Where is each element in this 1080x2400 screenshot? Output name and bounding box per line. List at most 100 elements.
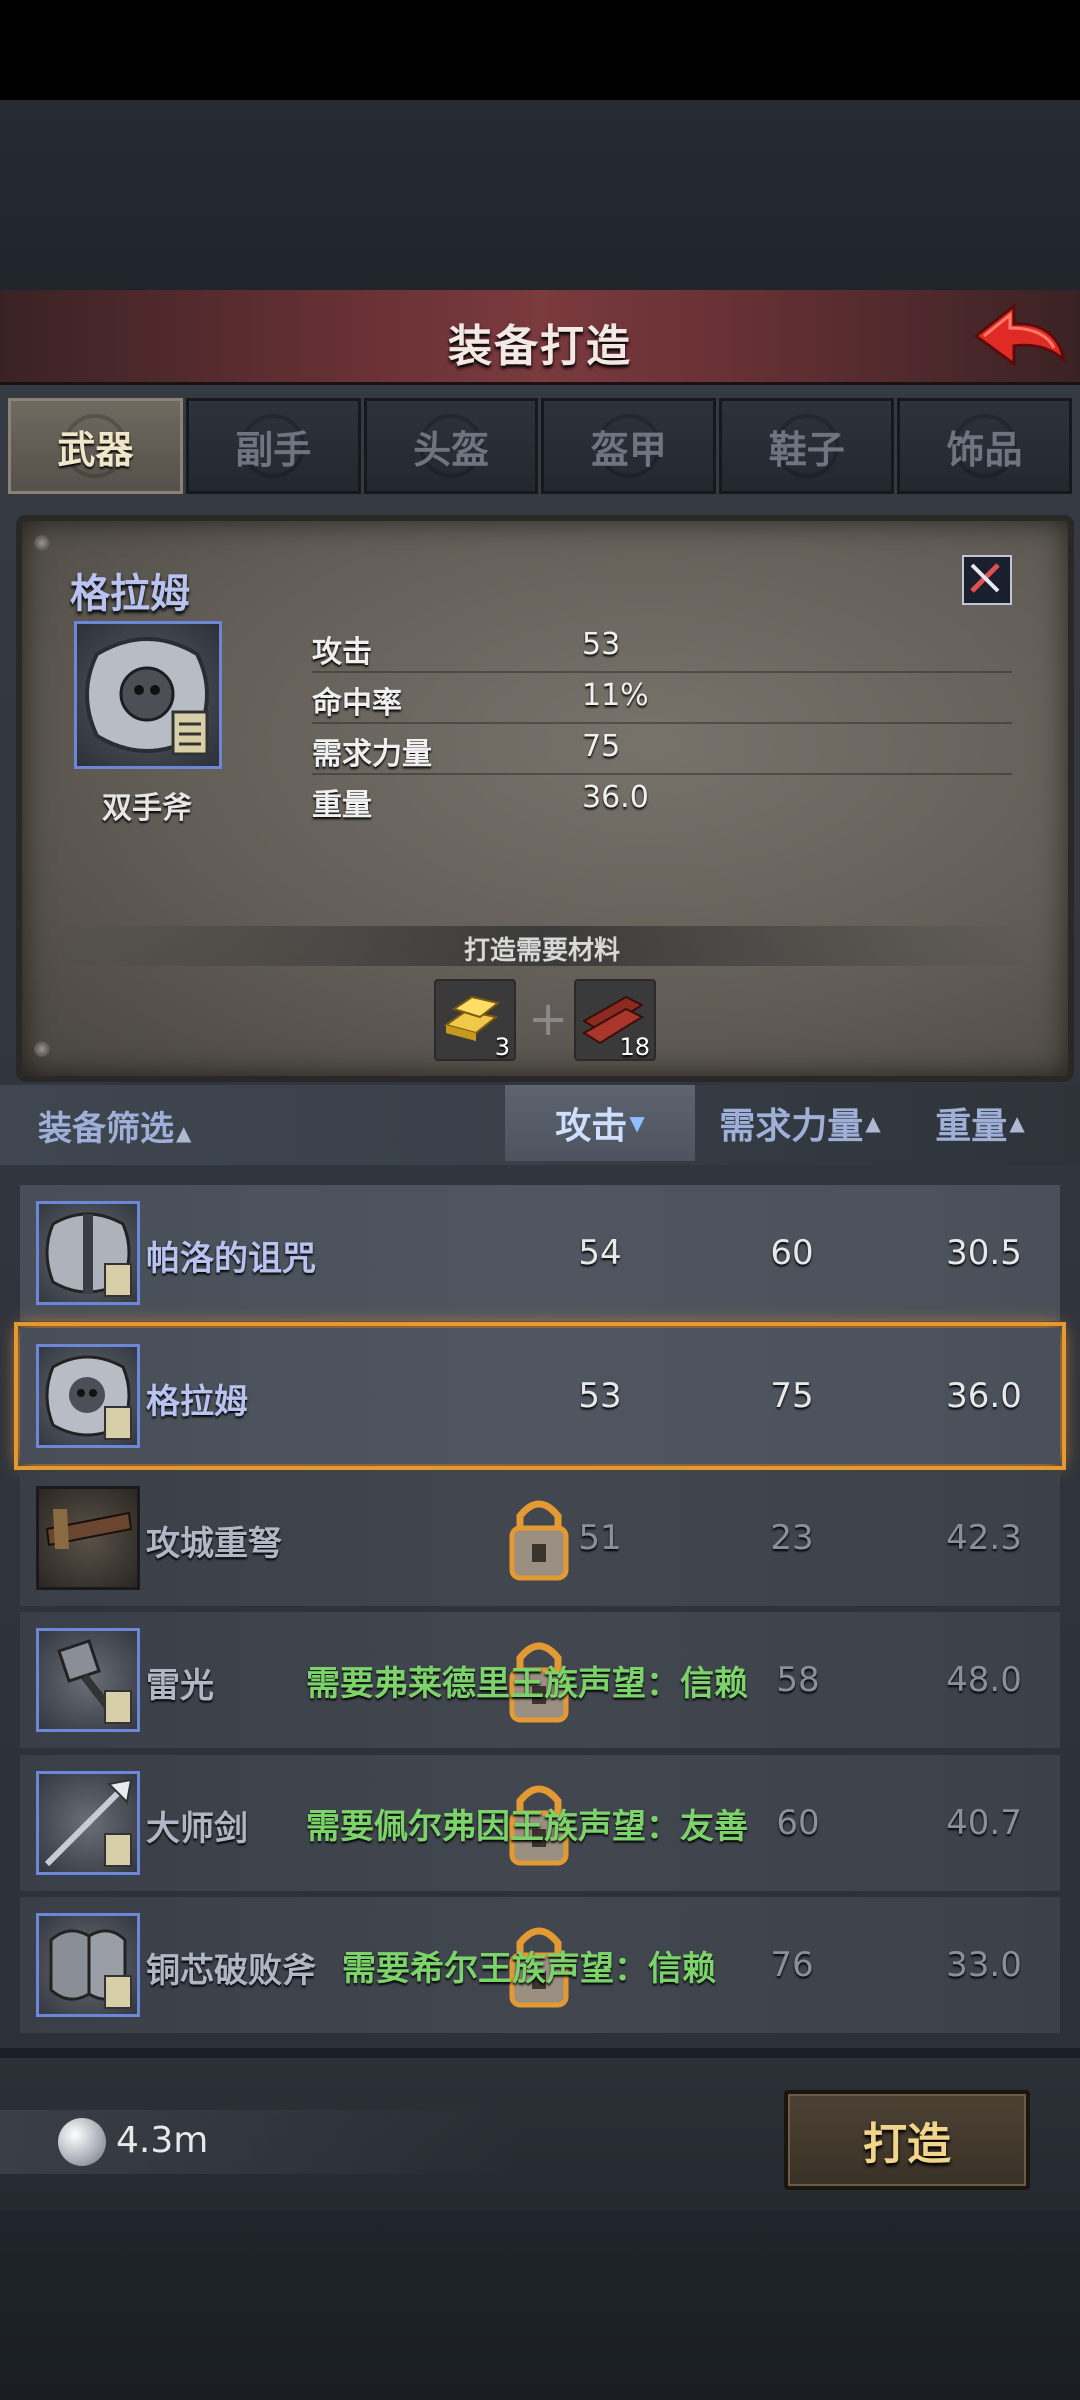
list-item-locked[interactable]: 雷光 58 48.0 需要弗莱德里王族声望：信赖 [20,1612,1060,1748]
sort-strength[interactable]: 需求力量 ▲ [705,1085,895,1161]
tab-label: 副手 [235,427,312,472]
currency-value: 4.3m [116,2120,209,2161]
weight-value: 33.0 [946,1945,1022,1985]
footer-bar: 4.3m 打造 [0,2060,1080,2210]
reputation-requirement: 需要弗莱德里王族声望：信赖 [306,1664,748,1704]
list-item-locked[interactable]: 大师剑 60 40.7 需要佩尔弗因王族声望：友善 [20,1755,1060,1891]
header-bar: 装备打造 [0,290,1080,385]
stat-label: 命中率 [312,686,402,721]
sort-up-icon: ▲ [1009,1111,1025,1135]
spear-icon [36,1771,140,1875]
attack-value: 54 [578,1233,622,1273]
tab-accessory[interactable]: 饰品 [897,398,1072,494]
stat-value: 36.0 [582,780,649,815]
list-item-locked[interactable]: 攻城重弩 51 23 42.3 [20,1470,1060,1606]
attack-value: 51 [578,1518,622,1558]
crossed-tools-icon[interactable] [962,555,1012,605]
tab-label: 饰品 [946,427,1023,472]
filter-button[interactable]: 装备筛选 ▲ [38,1101,191,1150]
sort-weight[interactable]: 重量 ▲ [910,1085,1050,1161]
list-divider [0,2048,1080,2058]
list-item-selected[interactable]: 格拉姆 53 75 36.0 [14,1322,1066,1470]
stat-value: 11% [582,678,649,713]
material-slot-gold[interactable]: 3 [434,979,516,1061]
rivet-icon [34,1041,50,1057]
attack-value: 58 [776,1660,820,1700]
crossbow-icon [36,1486,140,1590]
stat-row-accuracy: 命中率 11% [312,672,1012,724]
list-item-locked[interactable]: 铜芯破败斧 76 33.0 需要希尔王族声望：信赖 [20,1897,1060,2033]
strength-value: 23 [770,1518,814,1558]
material-slot-wood[interactable]: 18 [574,979,656,1061]
stat-label: 需求力量 [312,737,432,772]
strength-value: 75 [770,1376,814,1416]
item-name: 格拉姆 [70,571,190,617]
stat-row-attack: 攻击 53 [312,621,1012,673]
weight-value: 40.7 [946,1803,1022,1843]
reputation-requirement: 需要佩尔弗因王族声望：友善 [306,1807,748,1847]
stat-value: 53 [582,627,621,662]
filter-label: 装备筛选 [38,1109,174,1149]
tab-helmet[interactable]: 头盔 [363,398,539,494]
material-count: 3 [494,1033,510,1061]
tab-boots[interactable]: 鞋子 [719,398,895,494]
weight-value: 36.0 [946,1376,1022,1416]
page-title: 装备打造 [448,321,632,372]
stat-value: 75 [582,729,621,764]
item-name: 格拉姆 [146,1382,248,1422]
bottom-backdrop [0,2210,1080,2400]
item-detail-card: 格拉姆 双手斧 攻击 53 命中率 11% 需求力量 75 重量 36.0 打造… [16,515,1074,1082]
tab-armor[interactable]: 盔甲 [541,398,717,494]
stat-row-strength: 需求力量 75 [312,723,1012,775]
weight-value: 48.0 [946,1660,1022,1700]
item-name: 攻城重弩 [146,1524,282,1564]
item-name: 雷光 [146,1666,214,1706]
sort-down-icon: ▼ [629,1111,645,1135]
category-tabs: 武器 副手 头盔 盔甲 鞋子 饰品 [8,398,1072,496]
tab-label: 武器 [57,427,134,472]
top-backdrop [0,100,1080,290]
item-name: 大师剑 [146,1809,248,1849]
skull-axe-icon [74,621,222,769]
list-item[interactable]: 帕洛的诅咒 54 60 30.5 [20,1185,1060,1321]
item-type: 双手斧 [102,791,192,826]
spiked-mace-icon [36,1628,140,1732]
battle-axe-icon [36,1201,140,1305]
rivet-icon [34,535,50,551]
tab-label: 盔甲 [590,427,667,472]
materials-title: 打造需要材料 [463,936,620,966]
sort-label: 攻击 [555,1106,628,1147]
stat-label: 攻击 [312,635,372,670]
ornate-axe-icon [36,1913,140,2017]
attack-value: 53 [578,1376,622,1416]
sort-attack[interactable]: 攻击 ▼ [505,1085,695,1161]
stat-row-weight: 重量 36.0 [312,774,1012,824]
strength-value: 76 [770,1945,814,1985]
sort-up-icon: ▲ [176,1121,192,1145]
tab-label: 鞋子 [768,427,845,472]
materials-header: 打造需要材料 [52,926,1032,966]
reputation-requirement: 需要希尔王族声望：信赖 [342,1949,716,1989]
sort-label: 需求力量 [719,1106,864,1147]
tab-weapon[interactable]: 武器 [8,398,183,494]
craft-button[interactable]: 打造 [784,2090,1030,2190]
sort-label: 重量 [935,1106,1008,1147]
status-bar [0,0,1080,100]
weight-value: 30.5 [946,1233,1022,1273]
sort-up-icon: ▲ [865,1111,881,1135]
material-count: 18 [619,1033,650,1061]
strength-value: 60 [770,1233,814,1273]
sort-bar: 装备筛选 ▲ 攻击 ▼ 需求力量 ▲ 重量 ▲ [0,1085,1080,1165]
tab-label: 头盔 [413,427,490,472]
back-arrow-icon[interactable] [970,300,1070,372]
plus-icon: + [528,991,569,1047]
silver-coin-icon [58,2118,106,2166]
attack-value: 60 [776,1803,820,1843]
skull-axe-icon [36,1344,140,1448]
stat-label: 重量 [312,788,372,823]
item-name: 帕洛的诅咒 [146,1239,316,1279]
item-name: 铜芯破败斧 [146,1951,316,1991]
tab-offhand[interactable]: 副手 [185,398,361,494]
equipment-list: 帕洛的诅咒 54 60 30.5 格拉姆 53 75 36.0 攻城重弩 51 … [0,1185,1080,2040]
weight-value: 42.3 [946,1518,1022,1558]
